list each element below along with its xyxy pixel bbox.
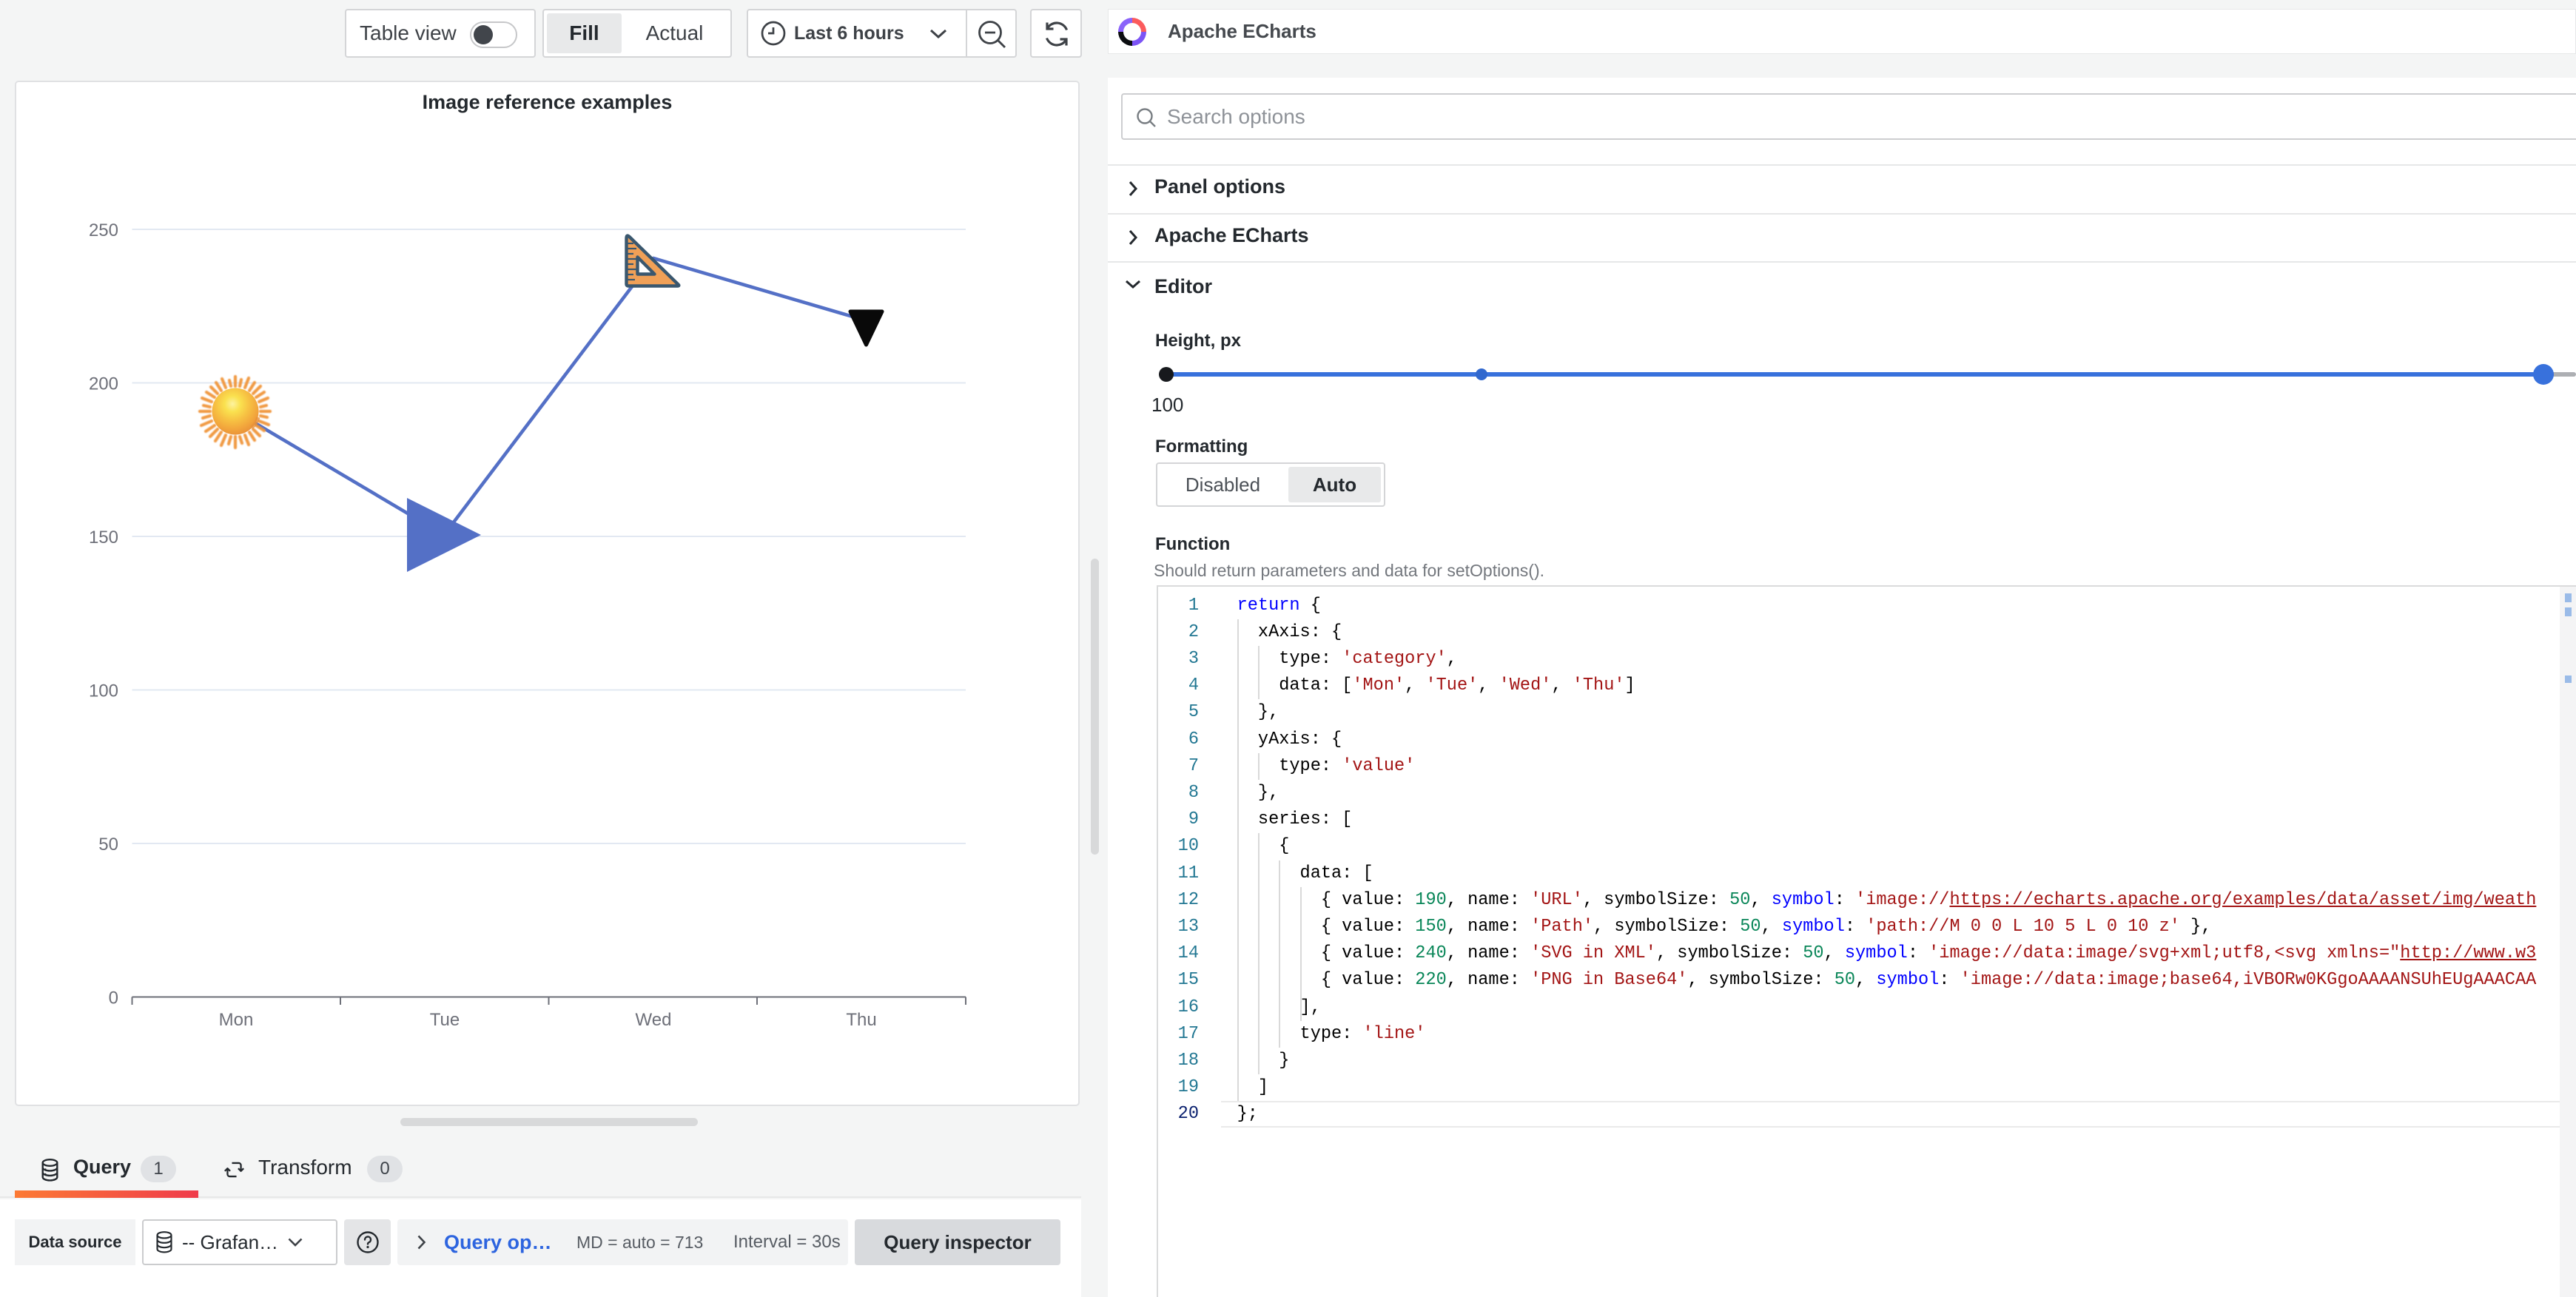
svg-text:0: 0 xyxy=(109,988,118,1008)
svg-text:100: 100 xyxy=(89,681,118,701)
svg-text:200: 200 xyxy=(89,374,118,394)
svg-text:Wed: Wed xyxy=(636,1010,672,1030)
svg-text:150: 150 xyxy=(89,528,118,548)
svg-text:50: 50 xyxy=(98,835,118,855)
svg-text:Mon: Mon xyxy=(219,1010,254,1030)
svg-text:Tue: Tue xyxy=(430,1010,460,1030)
svg-text:250: 250 xyxy=(89,220,118,240)
svg-text:Thu: Thu xyxy=(846,1010,876,1030)
